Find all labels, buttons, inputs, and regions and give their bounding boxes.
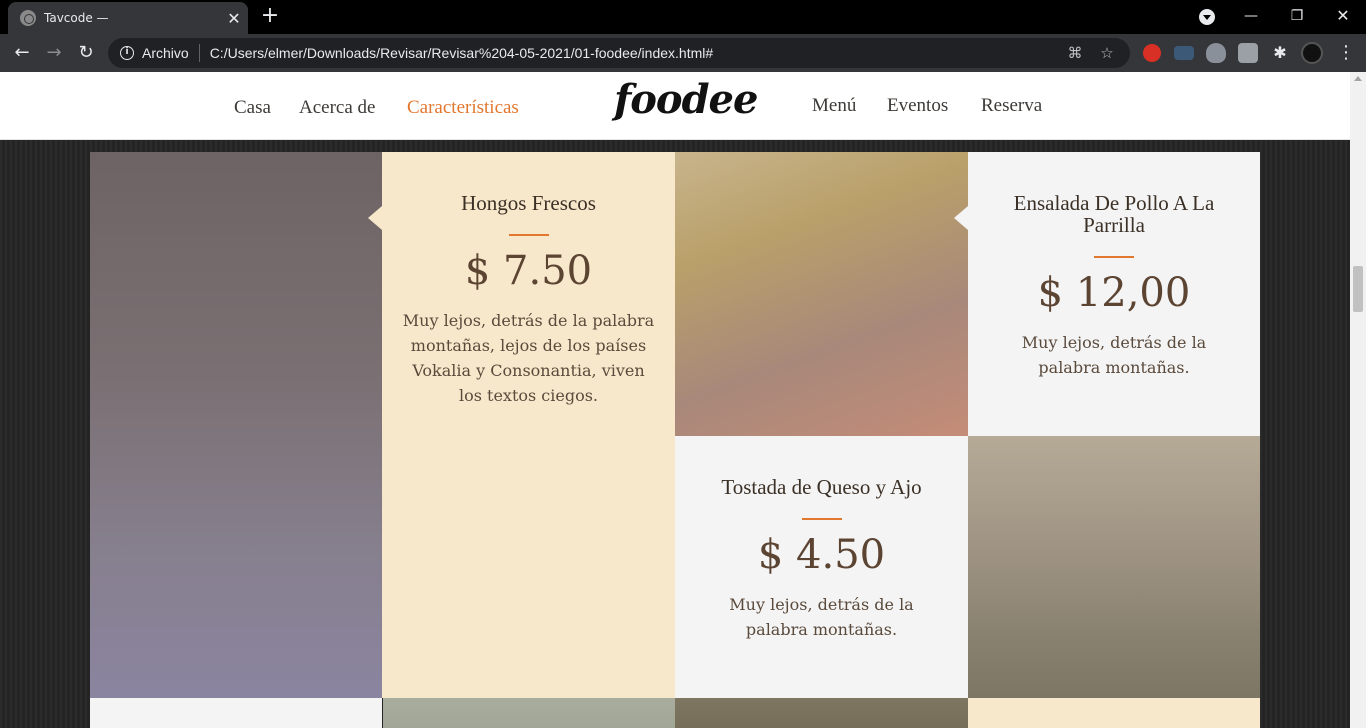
info-icon[interactable]: i [120, 46, 134, 60]
next-card-2 [968, 698, 1260, 728]
nav-link-acerca[interactable]: Acerca de [299, 97, 375, 119]
features-grid: Hongos Frescos $ 7.50 Muy lejos, detrás … [90, 152, 1260, 728]
extension-cat-icon[interactable] [1206, 43, 1226, 63]
dish-description: Muy lejos, detrás de la palabra montañas… [729, 595, 914, 639]
accent-divider [1094, 256, 1134, 258]
dish-description: Muy lejos, detrás de la palabra montañas… [402, 311, 655, 405]
browser-tab-strip: Tavcode — ✕ + — ❐ ✕ [0, 0, 1366, 34]
scroll-up-icon[interactable] [1354, 76, 1362, 81]
nav-link-eventos[interactable]: Eventos [887, 95, 948, 117]
tab-title: Tavcode — [44, 11, 109, 25]
bookmark-star-icon[interactable]: ☆ [1098, 44, 1116, 62]
extensions-puzzle-icon[interactable]: ✱ [1270, 43, 1290, 63]
card-pointer [368, 206, 382, 230]
extension-pdf-icon[interactable] [1238, 43, 1258, 63]
page-viewport: Casa Acerca de Características foodee Me… [0, 72, 1350, 728]
dish-name: Tostada de Queso y Ajo [721, 475, 922, 499]
nav-link-caracteristicas[interactable]: Características [407, 97, 519, 119]
close-tab-icon[interactable]: ✕ [220, 9, 248, 28]
translate-icon[interactable]: ⌘ [1066, 44, 1084, 62]
browser-menu-icon[interactable]: ⋮ [1334, 41, 1358, 65]
site-logo[interactable]: foodee [614, 76, 758, 123]
minimize-button[interactable]: — [1237, 4, 1265, 28]
extension-mega-icon[interactable] [1143, 44, 1161, 62]
food-photo-5 [675, 698, 968, 728]
nav-link-casa[interactable]: Casa [234, 97, 271, 119]
url-text[interactable]: C:/Users/elmer/Downloads/Revisar/Revisar… [210, 45, 1066, 61]
food-photo-4 [383, 698, 675, 728]
menu-card-ensalada: Ensalada De Pollo A La Parrilla $ 12,00 … [954, 152, 1260, 436]
food-photo-3 [968, 436, 1260, 698]
accent-divider [801, 518, 842, 520]
extension-dots-icon[interactable] [1174, 46, 1194, 60]
food-photo-2 [675, 152, 968, 436]
food-photo-1 [90, 152, 382, 698]
address-divider [198, 44, 200, 62]
menu-card-tostada: Tostada de Queso y Ajo $ 4.50 Muy lejos,… [675, 436, 982, 698]
dish-price: $ 7.50 [464, 248, 593, 294]
dish-name: Hongos Frescos [461, 191, 596, 215]
scrollbar-thumb[interactable] [1353, 266, 1363, 312]
next-card-1 [90, 698, 382, 728]
back-icon[interactable]: ← [10, 41, 34, 65]
globe-icon [20, 10, 36, 26]
profile-avatar[interactable] [1301, 42, 1323, 64]
address-scheme-label: Archivo [142, 45, 189, 61]
site-header: Casa Acerca de Características foodee Me… [0, 72, 1350, 140]
dish-price: $ 12,00 [1037, 270, 1191, 316]
browser-toolbar: ← → ↻ i Archivo C:/Users/elmer/Downloads… [0, 34, 1366, 72]
card-pointer [954, 206, 968, 230]
nav-link-reserva[interactable]: Reserva [981, 95, 1042, 117]
page-scrollbar[interactable] [1350, 72, 1366, 728]
accent-divider [508, 234, 549, 236]
nav-link-menu[interactable]: Menú [812, 95, 856, 117]
dish-price: $ 4.50 [757, 532, 886, 578]
address-bar[interactable]: i Archivo C:/Users/elmer/Downloads/Revis… [108, 38, 1130, 68]
reload-icon[interactable]: ↻ [74, 41, 98, 65]
dish-description: Muy lejos, detrás de la palabra montañas… [1021, 333, 1207, 377]
menu-card-hongos: Hongos Frescos $ 7.50 Muy lejos, detrás … [368, 152, 675, 698]
dish-name: Ensalada De Pollo A La Parrilla [1013, 191, 1215, 237]
new-tab-button[interactable]: + [258, 4, 282, 28]
browser-tab[interactable]: Tavcode — ✕ [8, 2, 248, 34]
forward-icon[interactable]: → [42, 41, 66, 65]
tab-search-icon[interactable] [1199, 9, 1215, 25]
restore-button[interactable]: ❐ [1283, 4, 1311, 28]
close-window-button[interactable]: ✕ [1329, 4, 1357, 28]
